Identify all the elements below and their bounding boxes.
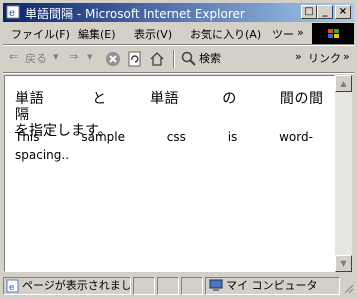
- search-button-label[interactable]: 検索: [199, 50, 221, 66]
- toolbar-overflow-icon[interactable]: »: [295, 50, 302, 63]
- status-bar: e ページが表示されました マイ コンピュータ: [3, 276, 354, 296]
- page-icon: e: [6, 279, 19, 293]
- menu-view[interactable]: 表示(V): [134, 26, 172, 42]
- status-message: ページが表示されました: [22, 279, 131, 292]
- paragraph-english: This sample css is word-spacing..: [15, 128, 323, 164]
- maximize-button[interactable]: □: [301, 5, 317, 19]
- links-label[interactable]: リンク: [308, 50, 341, 66]
- toolbar-divider: [173, 50, 175, 68]
- close-button[interactable]: ×: [335, 5, 351, 19]
- status-message-panel: e ページが表示されました: [3, 277, 131, 295]
- zone-label: マイ コンピュータ: [226, 279, 318, 292]
- scroll-down-icon[interactable]: ▼: [335, 255, 352, 272]
- toolbar: ⇐ 戻る ▾ ⇒ ▾ 検索 » リンク »: [3, 46, 354, 72]
- windows-logo-throbber: [312, 23, 354, 45]
- status-panel-empty: [133, 277, 155, 295]
- menu-overflow-icon[interactable]: »: [297, 26, 304, 39]
- links-overflow-icon[interactable]: »: [343, 50, 350, 63]
- menu-favorites[interactable]: お気に入り(A): [190, 26, 261, 42]
- my-computer-icon: [209, 279, 223, 291]
- back-dropdown-icon[interactable]: ▾: [53, 50, 59, 63]
- jp-word: と: [92, 91, 107, 107]
- page-content: 単語 と 単語 の 間の間隔 を指定します。 This sample css i…: [4, 75, 335, 272]
- status-panel-empty: [181, 277, 203, 295]
- window-title: 単語間隔 - Microsoft Internet Explorer: [25, 7, 245, 21]
- svg-text:e: e: [9, 283, 14, 293]
- search-icon[interactable]: [181, 51, 197, 67]
- forward-arrow-icon[interactable]: ⇒: [69, 50, 78, 63]
- jp-word: 単語: [15, 91, 45, 107]
- jp-word: の: [222, 91, 237, 107]
- jp-word: 単語: [149, 91, 180, 107]
- status-panel-empty: [157, 277, 179, 295]
- back-button-label[interactable]: 戻る: [25, 50, 47, 66]
- vertical-scrollbar[interactable]: ▲ ▼: [335, 75, 352, 272]
- security-zone-panel: マイ コンピュータ: [205, 277, 340, 295]
- content-separator: [3, 72, 354, 74]
- scroll-up-icon[interactable]: ▲: [335, 75, 352, 92]
- title-bar: e 単語間隔 - Microsoft Internet Explorer _ □…: [3, 3, 354, 22]
- svg-text:e: e: [9, 8, 15, 19]
- home-icon[interactable]: [149, 51, 165, 67]
- stop-icon[interactable]: [105, 51, 121, 67]
- forward-dropdown-icon[interactable]: ▾: [87, 50, 93, 63]
- english-text: This sample css is word-spacing..: [15, 130, 313, 162]
- minimize-button[interactable]: _: [317, 5, 333, 19]
- menu-tools[interactable]: ツー: [272, 26, 294, 42]
- menu-file[interactable]: ファイル(F): [11, 26, 70, 42]
- browser-window: e 単語間隔 - Microsoft Internet Explorer _ □…: [0, 0, 357, 299]
- back-arrow-icon[interactable]: ⇐: [9, 50, 18, 63]
- windows-logo-icon: [328, 29, 339, 38]
- refresh-icon[interactable]: [127, 51, 143, 67]
- resize-grip-icon[interactable]: [342, 282, 354, 294]
- ie-icon: e: [6, 5, 20, 19]
- menu-edit[interactable]: 編集(E): [78, 26, 116, 42]
- menu-bar: ファイル(F) 編集(E) 表示(V) お気に入り(A) ツー »: [3, 23, 304, 44]
